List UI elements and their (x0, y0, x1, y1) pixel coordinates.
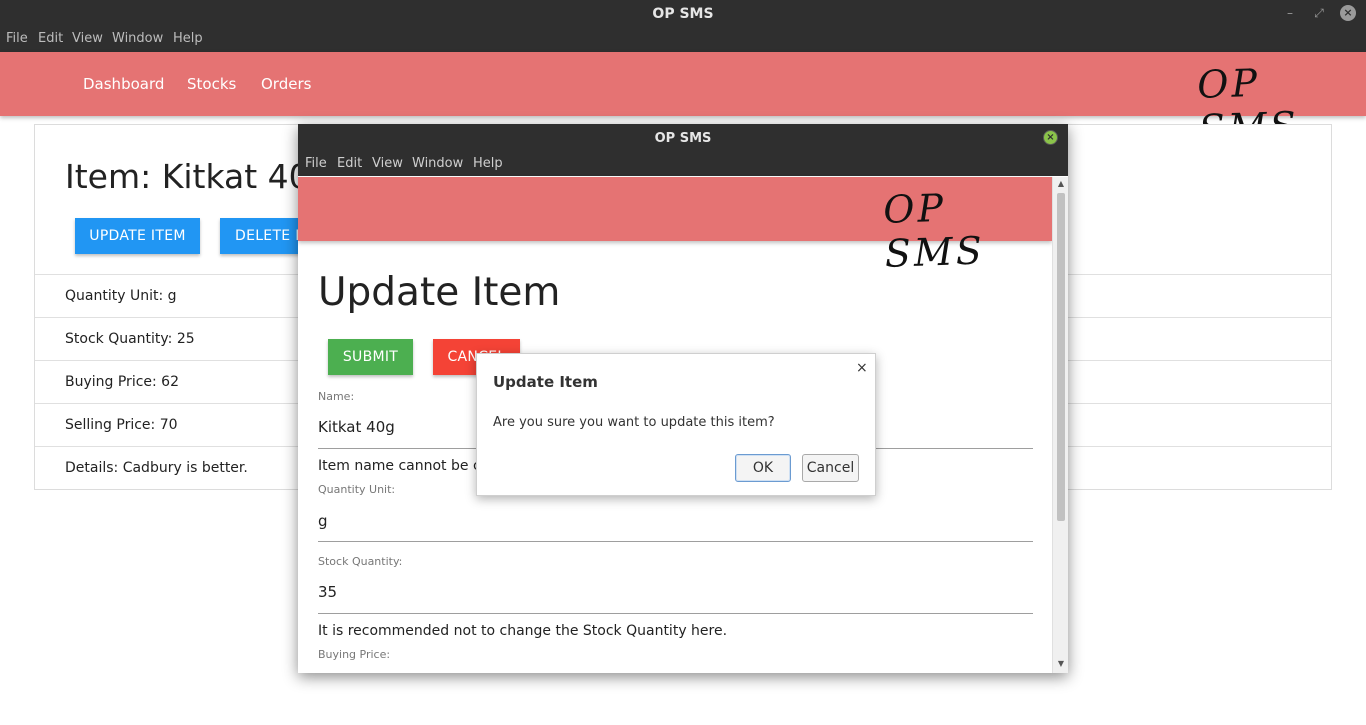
menu-edit[interactable]: Edit (38, 31, 63, 46)
buying-label: Buying Price: (318, 648, 391, 661)
nav-orders[interactable]: Orders (261, 75, 311, 93)
cancel-button[interactable]: Cancel (802, 454, 859, 482)
menu-window[interactable]: Window (412, 156, 463, 171)
menu-file[interactable]: File (6, 31, 28, 46)
close-icon[interactable]: × (856, 360, 868, 376)
detail-text: Stock Quantity: 25 (65, 331, 195, 347)
submit-button[interactable]: SUBMIT (328, 339, 413, 375)
scroll-down-icon[interactable]: ▼ (1056, 659, 1066, 669)
maximize-icon[interactable]: ⤢ (1311, 5, 1327, 21)
ok-button[interactable]: OK (735, 454, 791, 482)
menu-view[interactable]: View (372, 156, 403, 171)
nav-dashboard[interactable]: Dashboard (83, 75, 164, 93)
name-field[interactable]: Kitkat 40g (318, 418, 395, 436)
menu-edit[interactable]: Edit (337, 156, 362, 171)
window-title: OP SMS (652, 6, 714, 22)
stock-field-underline (318, 613, 1033, 614)
detail-text: Selling Price: 70 (65, 417, 178, 433)
update-window-menubar: File Edit View Window Help (298, 152, 1068, 176)
nav-stocks[interactable]: Stocks (187, 75, 236, 93)
stock-label: Stock Quantity: (318, 555, 403, 568)
item-title: Item: Kitkat 40g (65, 157, 331, 196)
app-logo: OP SMS (882, 185, 986, 276)
close-icon[interactable]: × (1043, 130, 1058, 145)
detail-text: Quantity Unit: g (65, 288, 177, 304)
menu-view[interactable]: View (72, 31, 103, 46)
close-icon[interactable]: × (1340, 5, 1356, 21)
menu-help[interactable]: Help (173, 31, 203, 46)
confirm-dialog: Update Item × Are you sure you want to u… (476, 353, 876, 496)
unit-label: Quantity Unit: (318, 483, 396, 496)
update-window-title: OP SMS (654, 131, 712, 146)
update-item-button[interactable]: UPDATE ITEM (75, 218, 200, 254)
confirm-title: Update Item (493, 373, 598, 391)
menu-file[interactable]: File (305, 156, 327, 171)
scrollbar-thumb[interactable] (1057, 193, 1065, 521)
form-title: Update Item (318, 270, 561, 315)
menu-window[interactable]: Window (112, 31, 163, 46)
detail-text: Details: Cadbury is better. (65, 460, 248, 476)
scroll-up-icon[interactable]: ▲ (1056, 179, 1066, 189)
minimize-icon[interactable]: – (1282, 5, 1298, 21)
menu-help[interactable]: Help (473, 156, 503, 171)
update-window-titlebar: OP SMS × (298, 124, 1068, 152)
unit-field-underline (318, 541, 1033, 542)
update-window-navbar: OP SMS (298, 177, 1052, 276)
stock-field[interactable]: 35 (318, 583, 337, 601)
app-navbar: Dashboard Stocks Orders OP SMS (0, 52, 1366, 151)
name-label: Name: (318, 390, 355, 403)
unit-field[interactable]: g (318, 512, 328, 530)
main-menubar: File Edit View Window Help (0, 28, 1366, 52)
detail-text: Buying Price: 62 (65, 374, 179, 390)
confirm-message: Are you sure you want to update this ite… (493, 415, 775, 430)
stock-help-text: It is recommended not to change the Stoc… (318, 623, 728, 639)
scrollbar[interactable]: ▲ ▼ (1052, 177, 1068, 673)
main-titlebar: OP SMS – ⤢ × (0, 0, 1366, 28)
